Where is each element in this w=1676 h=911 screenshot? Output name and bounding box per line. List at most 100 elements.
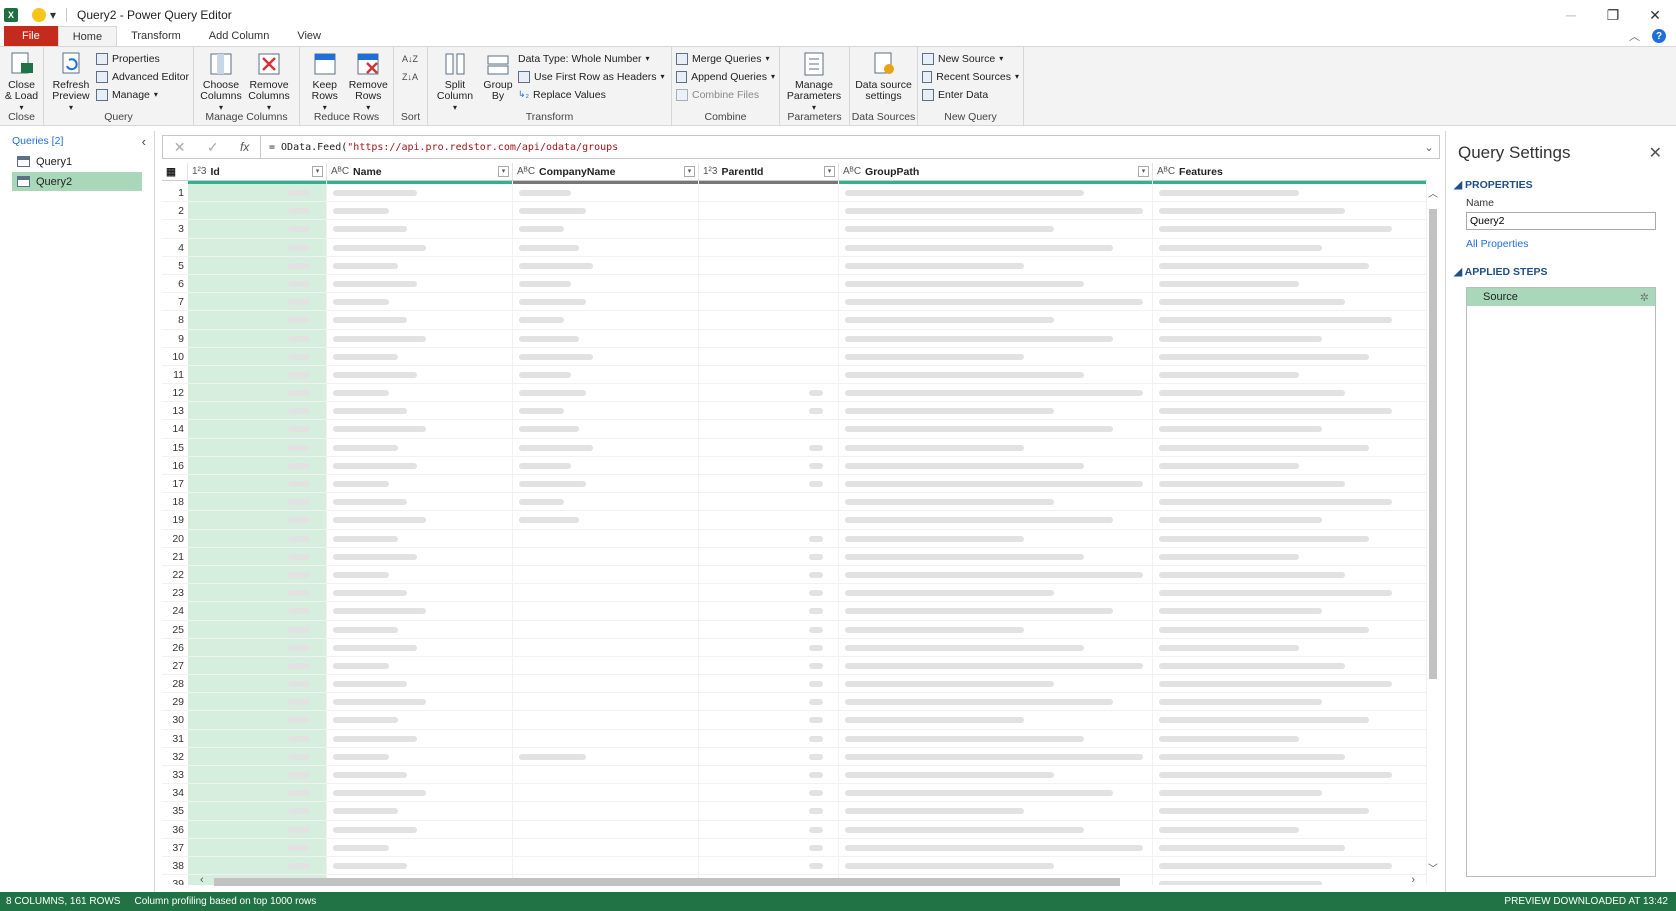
grid-cell[interactable] [188, 184, 327, 202]
table-row[interactable]: 10 [162, 347, 1427, 366]
grid-cell[interactable] [839, 675, 1153, 693]
grid-cell[interactable] [1153, 511, 1427, 529]
step-settings-gear-icon[interactable]: ✲ [1640, 291, 1649, 304]
grid-cell[interactable] [513, 656, 699, 675]
use-first-row-headers-button[interactable]: Use First Row as Headers [518, 69, 665, 84]
table-row[interactable]: 37 [162, 838, 1427, 857]
grid-cell[interactable] [699, 565, 839, 584]
grid-cell[interactable] [1153, 365, 1427, 384]
grid-cell[interactable] [188, 456, 327, 474]
grid-cell[interactable] [699, 347, 839, 365]
grid-cell[interactable] [327, 529, 513, 547]
scroll-right-icon[interactable]: › [1411, 874, 1415, 886]
table-row[interactable]: 18 [162, 493, 1427, 512]
grid-cell[interactable] [188, 311, 327, 329]
grid-cell[interactable] [839, 493, 1153, 511]
grid-cell[interactable] [1153, 856, 1427, 875]
grid-cell[interactable] [327, 384, 513, 402]
grid-cell[interactable] [327, 238, 513, 256]
tab-file[interactable]: File [4, 26, 58, 46]
grid-cell[interactable] [839, 365, 1153, 384]
grid-cell[interactable] [513, 365, 699, 384]
grid-cell[interactable] [839, 293, 1153, 311]
grid-cell[interactable] [839, 184, 1153, 202]
grid-cell[interactable] [1153, 711, 1427, 729]
query-item-query1[interactable]: Query1 [12, 152, 142, 171]
grid-cell[interactable] [188, 675, 327, 693]
append-queries-button[interactable]: Append Queries [676, 69, 775, 84]
grid-cell[interactable] [513, 384, 699, 402]
table-row[interactable]: 19 [162, 511, 1427, 530]
grid-cell[interactable] [188, 565, 327, 584]
grid-cell[interactable] [327, 420, 513, 438]
column-header-features[interactable]: AᴮC Features [1153, 163, 1427, 180]
grid-cell[interactable] [327, 329, 513, 347]
grid-cell[interactable] [188, 838, 327, 856]
table-row[interactable]: 5 [162, 256, 1427, 275]
sort-descending-icon[interactable]: Z↓A [402, 69, 423, 84]
grid-cell[interactable] [513, 820, 699, 838]
grid-cell[interactable] [699, 220, 839, 238]
table-row[interactable]: 23 [162, 584, 1427, 603]
grid-cell[interactable] [699, 693, 839, 711]
query-item-query2[interactable]: Query2 [12, 172, 142, 191]
table-row[interactable]: 20 [162, 529, 1427, 548]
scroll-up-icon[interactable]: ︿ [1428, 185, 1438, 200]
data-type-dropdown[interactable]: Data Type: Whole Number [518, 51, 665, 66]
grid-cell[interactable] [513, 584, 699, 602]
grid-cell[interactable] [188, 274, 327, 293]
table-row[interactable]: 36 [162, 820, 1427, 839]
group-by-button[interactable]: Group By [480, 49, 516, 107]
advanced-editor-button[interactable]: Advanced Editor [95, 69, 189, 84]
grid-cell[interactable] [1153, 329, 1427, 347]
grid-cell[interactable] [188, 711, 327, 729]
grid-cell[interactable] [699, 293, 839, 311]
grid-cell[interactable] [1153, 238, 1427, 256]
grid-cell[interactable] [188, 365, 327, 384]
grid-cell[interactable] [188, 475, 327, 493]
grid-cell[interactable] [327, 856, 513, 875]
grid-cell[interactable] [188, 238, 327, 256]
grid-cell[interactable] [513, 802, 699, 820]
table-row[interactable]: 2 [162, 202, 1427, 221]
grid-cell[interactable] [839, 256, 1153, 274]
grid-cell[interactable] [327, 693, 513, 711]
grid-cell[interactable] [327, 620, 513, 638]
grid-cell[interactable] [839, 347, 1153, 365]
table-row[interactable]: 35 [162, 802, 1427, 821]
grid-cell[interactable] [327, 766, 513, 784]
grid-cell[interactable] [188, 438, 327, 456]
grid-cell[interactable] [513, 784, 699, 802]
grid-cell[interactable] [327, 220, 513, 238]
expand-formula-icon[interactable]: ⌄ [1419, 141, 1439, 154]
grid-cell[interactable] [1153, 475, 1427, 493]
filter-dropdown-icon[interactable]: ▾ [1138, 166, 1149, 177]
grid-cell[interactable] [839, 475, 1153, 493]
grid-cell[interactable] [1153, 456, 1427, 474]
keep-rows-button[interactable]: Keep Rows [304, 49, 346, 107]
grid-cell[interactable] [513, 838, 699, 856]
table-row[interactable]: 14 [162, 420, 1427, 439]
step-source[interactable]: Source ✲ [1467, 288, 1655, 306]
grid-cell[interactable] [327, 511, 513, 529]
grid-cell[interactable] [839, 274, 1153, 293]
table-row[interactable]: 29 [162, 693, 1427, 712]
choose-columns-button[interactable]: Choose Columns [198, 49, 244, 107]
grid-cell[interactable] [188, 656, 327, 675]
grid-cell[interactable] [1153, 202, 1427, 220]
column-header-group-path[interactable]: AᴮC GroupPath ▾ [839, 163, 1153, 180]
filter-dropdown-icon[interactable]: ▾ [684, 166, 695, 177]
grid-cell[interactable] [1153, 802, 1427, 820]
grid-cell[interactable] [839, 220, 1153, 238]
remove-columns-button[interactable]: Remove Columns [246, 49, 292, 107]
table-row[interactable]: 7 [162, 293, 1427, 312]
grid-cell[interactable] [327, 820, 513, 838]
grid-cell[interactable] [699, 529, 839, 547]
refresh-preview-button[interactable]: Refresh Preview [48, 49, 94, 107]
grid-cell[interactable] [839, 529, 1153, 547]
grid-cell[interactable] [839, 802, 1153, 820]
grid-cell[interactable] [699, 820, 839, 838]
scroll-left-icon[interactable]: ‹ [200, 874, 204, 886]
grid-cell[interactable] [699, 438, 839, 456]
grid-cell[interactable] [699, 184, 839, 202]
